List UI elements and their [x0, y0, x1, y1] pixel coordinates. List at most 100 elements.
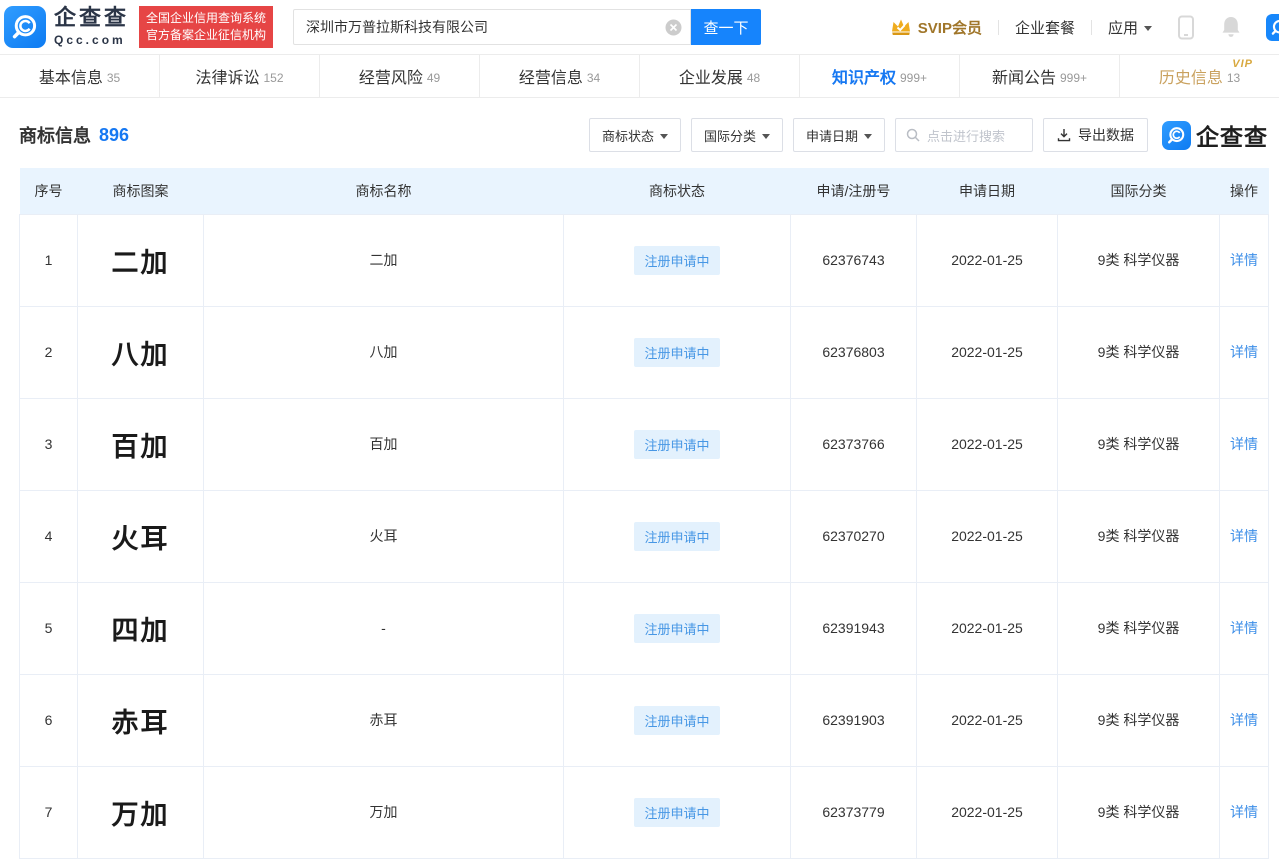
tab-4[interactable]: 经营信息 34: [480, 55, 640, 97]
divider: [1090, 19, 1092, 35]
detail-link[interactable]: 详情: [1230, 528, 1258, 544]
trademark-name: 二加: [203, 213, 564, 307]
trademark-image: 百加: [111, 431, 170, 462]
section-tools: 商标状态 国际分类 申请日期 点击进行搜索 导出数据 企查查: [579, 118, 1268, 152]
tab-count: 49: [426, 70, 441, 85]
trademark-image: 四加: [111, 615, 170, 646]
detail-link[interactable]: 详情: [1230, 252, 1258, 268]
tab-count: 999+: [899, 70, 928, 85]
apply-date: 2022-01-25: [916, 581, 1058, 675]
table-header: 序号 商标图案 商标名称 商标状态 申请/注册号 申请日期 国际分类 操作: [19, 168, 1269, 214]
certification-line2: 官方备案企业征信机构: [146, 28, 267, 42]
column-header: 商标名称: [203, 168, 564, 214]
chevron-down-icon: [659, 133, 668, 139]
mobile-app-icon[interactable]: [1176, 14, 1196, 41]
status-badge: 注册申请中: [634, 521, 720, 551]
status-badge: 注册申请中: [634, 245, 720, 275]
brand-name-en: Qcc.com: [54, 33, 126, 47]
tab-count: 34: [586, 70, 601, 85]
filter-intl-class[interactable]: 国际分类: [690, 118, 783, 152]
brand-name-cn: 企查查: [54, 5, 130, 30]
tab-5[interactable]: 企业发展 48: [640, 55, 800, 97]
filter-apply-date[interactable]: 申请日期: [792, 118, 885, 152]
enterprise-package-link[interactable]: 企业套餐: [1015, 17, 1075, 38]
column-header: 国际分类: [1057, 168, 1220, 214]
intl-classification: 9类 科学仪器: [1057, 305, 1220, 399]
table-search-input[interactable]: 点击进行搜索: [895, 118, 1033, 152]
status-badge: 注册申请中: [634, 705, 720, 735]
chevron-down-icon: [761, 133, 770, 139]
vip-badge: VIP: [1232, 58, 1253, 70]
tab-label: 基本信息: [38, 70, 103, 87]
trademark-name: 八加: [203, 305, 564, 399]
tab-2[interactable]: 法律诉讼 152: [160, 55, 320, 97]
trademark-section-header: 商标信息 896 商标状态 国际分类 申请日期 点击进行搜索 导出数据 企查查: [19, 118, 1268, 152]
company-search-input[interactable]: [293, 9, 692, 45]
table-row: 6 赤耳 赤耳 注册申请中 62391903 2022-01-25 9类 科学仪…: [19, 673, 1269, 767]
tab-count: 35: [106, 70, 121, 85]
trademark-name: 赤耳: [203, 673, 564, 767]
apply-date: 2022-01-25: [916, 673, 1058, 767]
search-button[interactable]: 查一下: [691, 9, 762, 45]
registration-number: 62373766: [790, 397, 917, 491]
tab-7[interactable]: 新闻公告 999+: [960, 55, 1120, 97]
divider: [997, 19, 999, 35]
column-header: 商标状态: [563, 168, 791, 214]
table-row: 5 四加 - 注册申请中 62391943 2022-01-25 9类 科学仪器…: [19, 581, 1269, 675]
status-badge: 注册申请中: [634, 797, 720, 827]
intl-classification: 9类 科学仪器: [1057, 581, 1220, 675]
detail-link[interactable]: 详情: [1230, 436, 1258, 452]
column-header: 申请/注册号: [790, 168, 917, 214]
trademark-name: -: [203, 581, 564, 675]
trademark-image: 万加: [111, 799, 170, 830]
tab-count: 48: [746, 70, 761, 85]
intl-classification: 9类 科学仪器: [1057, 489, 1220, 583]
brand-text: 企查查 Qcc.com: [54, 5, 130, 48]
certification-line1: 全国企业信用查询系统: [146, 11, 267, 25]
trademark-name: 万加: [203, 765, 564, 859]
company-tab-bar: 基本信息 35 法律诉讼 152 经营风险 49 经营信息 34 企业发展 48…: [0, 55, 1279, 98]
svip-label: SVIP会员: [917, 19, 982, 37]
intl-classification: 9类 科学仪器: [1057, 765, 1220, 859]
tab-3[interactable]: 经营风险 49: [320, 55, 480, 97]
tab-count: 999+: [1059, 70, 1088, 85]
qcc-watermark-icon: [1162, 120, 1191, 150]
row-index: 4: [19, 489, 78, 583]
top-header: 企查查 Qcc.com 全国企业信用查询系统 官方备案企业征信机构 查一下: [0, 0, 1279, 55]
registration-number: 62376743: [790, 213, 917, 307]
table-row: 1 二加 二加 注册申请中 62376743 2022-01-25 9类 科学仪…: [19, 213, 1269, 307]
qcc-watermark: 企查查: [1162, 118, 1268, 152]
detail-link[interactable]: 详情: [1230, 712, 1258, 728]
detail-link[interactable]: 详情: [1230, 344, 1258, 360]
filter-trademark-status[interactable]: 商标状态: [588, 118, 681, 152]
intl-classification: 9类 科学仪器: [1057, 397, 1220, 491]
apply-date: 2022-01-25: [916, 765, 1058, 859]
tab-1[interactable]: 基本信息 35: [0, 55, 160, 97]
chevron-down-icon: [864, 133, 872, 139]
registration-number: 62370270: [790, 489, 917, 583]
export-data-button[interactable]: 导出数据: [1043, 118, 1148, 152]
intl-classification: 9类 科学仪器: [1057, 673, 1220, 767]
clear-icon[interactable]: [665, 19, 682, 36]
bell-icon[interactable]: [1220, 15, 1242, 39]
apply-date: 2022-01-25: [916, 213, 1058, 307]
tab-6[interactable]: 知识产权 999+: [800, 55, 960, 97]
row-index: 7: [19, 765, 78, 859]
tab-count: 13: [1226, 70, 1241, 85]
qcc-logo[interactable]: 企查查 Qcc.com: [4, 6, 129, 48]
detail-link[interactable]: 详情: [1230, 804, 1258, 820]
row-index: 3: [19, 397, 78, 491]
certification-badge: 全国企业信用查询系统 官方备案企业征信机构: [139, 6, 274, 48]
avatar-logo[interactable]: [1266, 13, 1279, 41]
tab-label: 历史信息: [1158, 70, 1223, 87]
row-index: 1: [19, 213, 78, 307]
column-header: 操作: [1219, 168, 1269, 214]
trademark-image: 火耳: [111, 523, 170, 554]
svip-member-link[interactable]: SVIP会员: [890, 17, 982, 38]
trademark-table: 序号 商标图案 商标名称 商标状态 申请/注册号 申请日期 国际分类 操作 1 二加 二加 注…: [19, 168, 1269, 859]
detail-link[interactable]: 详情: [1230, 620, 1258, 636]
row-index: 5: [19, 581, 78, 675]
section-title: 商标信息: [19, 126, 91, 146]
apps-menu[interactable]: 应用: [1108, 17, 1152, 38]
tab-8[interactable]: VIP 历史信息 13: [1120, 55, 1279, 97]
